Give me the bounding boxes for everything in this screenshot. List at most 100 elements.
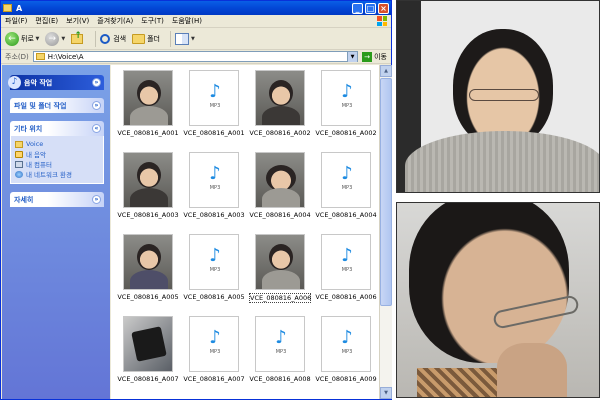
- window-title: A: [16, 3, 23, 13]
- person-head: [409, 203, 569, 363]
- file-name: VCE_080816_A002: [315, 129, 377, 137]
- image-thumbnail: [123, 70, 173, 126]
- file-item[interactable]: ♪ MP3 VCE_080816_A009: [315, 316, 377, 398]
- place-item-network[interactable]: 내 네트워크 환경: [15, 169, 99, 179]
- scroll-up-button[interactable]: ▲: [380, 65, 392, 77]
- folders-button[interactable]: 폴더: [132, 33, 160, 44]
- mp3-file-icon: ♪ MP3: [321, 316, 371, 372]
- file-item[interactable]: ♪ MP3 VCE_080816_A002: [315, 70, 377, 152]
- sweater: [405, 131, 599, 192]
- place-item-voice[interactable]: Voice: [15, 139, 99, 149]
- other-places-panel: 기타 위치 « Voice 내 음악 내 컴퓨터 내 네트워크 환경: [10, 121, 104, 184]
- place-label: 내 음악: [26, 151, 47, 159]
- file-item[interactable]: VCE_080816_A002: [249, 70, 311, 152]
- search-button[interactable]: 검색: [100, 33, 127, 44]
- scroll-thumb[interactable]: [380, 78, 392, 306]
- file-item[interactable]: ♪ MP3 VCE_080816_A006: [315, 234, 377, 316]
- mp3-file-icon: ♪ MP3: [321, 70, 371, 126]
- file-item[interactable]: VCE_080816_A005: [117, 234, 179, 316]
- details-title: 자세히: [14, 195, 34, 204]
- views-button[interactable]: ▼: [174, 32, 195, 45]
- file-item[interactable]: ♪ MP3 VCE_080816_A003: [183, 152, 245, 234]
- up-folder-button[interactable]: [71, 31, 85, 44]
- other-places-header[interactable]: 기타 위치 «: [10, 121, 104, 136]
- file-folder-tasks-header[interactable]: 파일 및 폴더 작업 »: [10, 98, 104, 113]
- file-item[interactable]: ♪ MP3 VCE_080816_A004: [315, 152, 377, 234]
- go-button[interactable]: → 이동: [362, 51, 387, 62]
- forward-button[interactable]: → ▼: [45, 31, 65, 46]
- music-tasks-header[interactable]: ♪ 음악 작업 »: [8, 75, 104, 90]
- file-name: VCE_080816_A006: [249, 293, 312, 303]
- menu-help[interactable]: 도움말(H): [172, 16, 202, 26]
- image-thumbnail: [123, 316, 173, 372]
- file-name: VCE_080816_A006: [315, 293, 377, 301]
- place-item-my-music[interactable]: 내 음악: [15, 149, 99, 159]
- music-note-icon: ♪: [8, 76, 21, 89]
- expand-chevron-icon[interactable]: »: [92, 195, 101, 204]
- go-arrow-icon: →: [362, 51, 373, 62]
- minimize-button[interactable]: _: [352, 2, 363, 14]
- file-name: VCE_080816_A003: [183, 211, 245, 219]
- file-folder-tasks-panel: 파일 및 폴더 작업 »: [10, 98, 104, 113]
- mp3-label: MP3: [341, 267, 353, 273]
- search-icon: [100, 33, 111, 44]
- expand-chevron-icon[interactable]: »: [92, 78, 101, 87]
- expand-chevron-icon[interactable]: »: [92, 101, 101, 110]
- file-folder-tasks-title: 파일 및 폴더 작업: [14, 101, 67, 110]
- close-button[interactable]: ×: [378, 2, 389, 14]
- file-item[interactable]: ♪ MP3 VCE_080816_A007: [183, 316, 245, 398]
- file-name: VCE_080816_A009: [315, 375, 377, 383]
- menu-bar: 파일(F) 편집(E) 보기(V) 즐겨찾기(A) 도구(T) 도움말(H): [1, 15, 391, 28]
- menu-tools[interactable]: 도구(T): [141, 16, 164, 26]
- collapse-chevron-icon[interactable]: «: [92, 124, 101, 133]
- image-thumbnail: [255, 234, 305, 290]
- place-label: Voice: [26, 140, 44, 148]
- address-field[interactable]: ▼: [32, 51, 359, 62]
- music-note-icon: ♪ MP3: [204, 83, 226, 113]
- forward-arrow-icon: →: [45, 31, 60, 46]
- back-button[interactable]: ← 뒤로 ▼: [5, 31, 39, 46]
- music-folder-icon: [15, 150, 23, 158]
- thumbnail-grid: VCE_080816_A001 ♪ MP3 VCE_080816_A001 VCE_08…: [111, 65, 379, 398]
- details-panel: 자세히 »: [10, 192, 104, 207]
- menu-edit[interactable]: 편집(E): [35, 16, 58, 26]
- mp3-label: MP3: [209, 349, 221, 355]
- mp3-label: MP3: [209, 185, 221, 191]
- mp3-label: MP3: [209, 103, 221, 109]
- file-item[interactable]: VCE_080816_A006: [249, 234, 311, 316]
- details-header[interactable]: 자세히 »: [10, 192, 104, 207]
- place-item-my-computer[interactable]: 내 컴퓨터: [15, 159, 99, 169]
- file-name: VCE_080816_A001: [183, 129, 245, 137]
- mp3-label: MP3: [341, 103, 353, 109]
- address-input[interactable]: [47, 52, 348, 61]
- file-item[interactable]: VCE_080816_A007: [117, 316, 179, 398]
- file-name: VCE_080816_A007: [117, 375, 179, 383]
- maximize-button[interactable]: □: [365, 2, 376, 14]
- file-item[interactable]: VCE_080816_A004: [249, 152, 311, 234]
- menu-file[interactable]: 파일(F): [5, 16, 27, 26]
- back-label: 뒤로: [21, 34, 34, 43]
- music-tasks-title: 음악 작업: [24, 78, 53, 87]
- address-dropdown-button[interactable]: ▼: [347, 51, 358, 62]
- task-pane: ♪ 음악 작업 » 파일 및 폴더 작업 » 기타 위치 « Voice 내 음…: [2, 65, 110, 399]
- mp3-file-icon: ♪ MP3: [189, 152, 239, 208]
- hand: [497, 343, 567, 397]
- file-item[interactable]: VCE_080816_A003: [117, 152, 179, 234]
- search-label: 검색: [113, 34, 127, 43]
- file-item[interactable]: ♪ MP3 VCE_080816_A008: [249, 316, 311, 398]
- vertical-scrollbar[interactable]: ▲ ▼: [379, 65, 392, 399]
- menu-view[interactable]: 보기(V): [66, 16, 89, 26]
- file-item[interactable]: ♪ MP3 VCE_080816_A005: [183, 234, 245, 316]
- file-name: VCE_080816_A008: [249, 375, 311, 383]
- file-item[interactable]: VCE_080816_A001: [117, 70, 179, 152]
- music-note-icon: ♪ MP3: [336, 247, 358, 277]
- scroll-down-button[interactable]: ▼: [380, 387, 392, 399]
- title-bar: A _ □ ×: [1, 1, 391, 15]
- folders-label: 폴더: [147, 34, 160, 43]
- menu-favorites[interactable]: 즐겨찾기(A): [97, 16, 133, 26]
- file-item[interactable]: ♪ MP3 VCE_080816_A001: [183, 70, 245, 152]
- file-name: VCE_080816_A005: [117, 293, 179, 301]
- person-head: [453, 29, 553, 147]
- image-thumbnail: [255, 152, 305, 208]
- back-arrow-icon: ←: [5, 31, 19, 46]
